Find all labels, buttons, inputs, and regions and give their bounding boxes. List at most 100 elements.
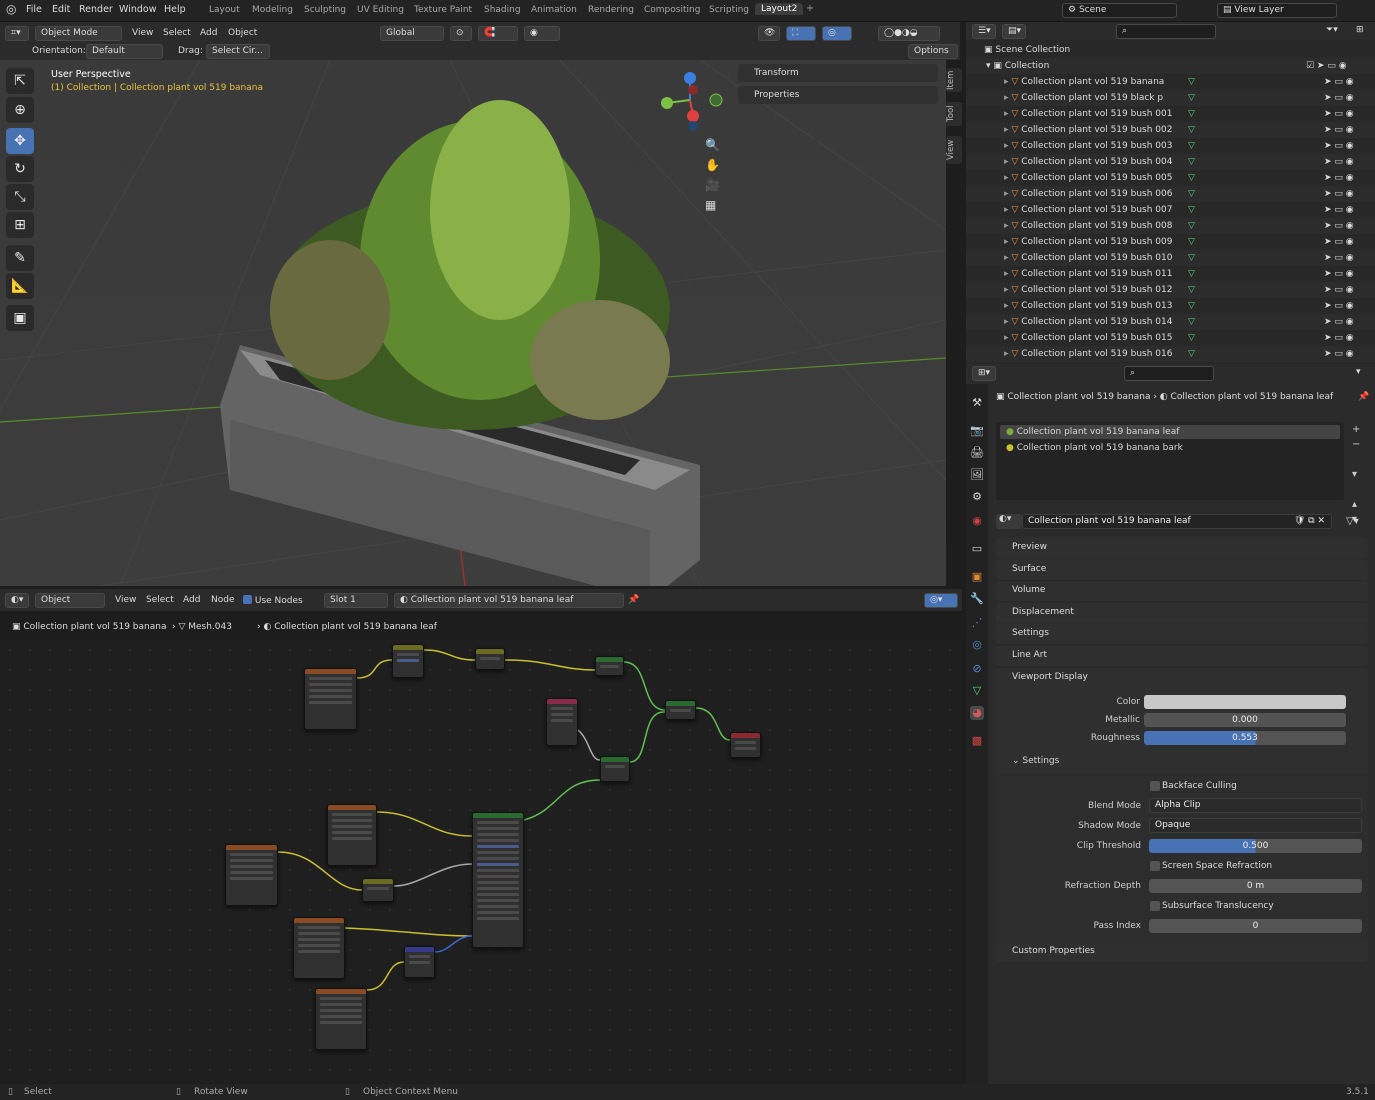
outliner-item[interactable]: ▸ ▽ Collection plant vol 519 bush 001 ▽ ➤ …: [966, 106, 1375, 122]
npanel-properties[interactable]: Properties: [738, 86, 938, 104]
clip-threshold-slider[interactable]: 0.500: [1149, 839, 1362, 853]
material-actions-icons[interactable]: 🛡 ⧉ ✕: [1294, 515, 1325, 528]
row-toggles[interactable]: ➤ ▭ ◉: [1324, 186, 1354, 202]
3d-viewport[interactable]: ⇱ ⊕ ✥ ↻ ⤡ ⊞ ✎ 📐 ▣ User Perspective (1) C…: [0, 60, 946, 586]
menu-object[interactable]: Object: [228, 28, 257, 38]
hue-sat-node[interactable]: [475, 648, 505, 670]
object-tab-icon[interactable]: ▣: [970, 570, 984, 584]
row-toggles[interactable]: ➤ ▭ ◉: [1324, 234, 1354, 250]
menu-window[interactable]: Window: [119, 4, 156, 15]
outliner-item[interactable]: ▸ ▽ Collection plant vol 519 bush 011 ▽ ➤ …: [966, 266, 1375, 282]
material-browse-icon[interactable]: ◐▾: [996, 514, 1022, 529]
tab-texture-paint[interactable]: Texture Paint: [414, 5, 472, 15]
constraints-tab-icon[interactable]: ⊘: [970, 662, 984, 676]
row-toggles[interactable]: ➤ ▭ ◉: [1324, 138, 1354, 154]
outliner-item[interactable]: ▸ ▽ Collection plant vol 519 bush 014 ▽ ➤ …: [966, 314, 1375, 330]
material-name-field[interactable]: Collection plant vol 519 banana leaf 🛡 ⧉ …: [1022, 514, 1332, 529]
mode-dropdown[interactable]: Object Mode: [35, 26, 122, 41]
row-toggles[interactable]: ➤ ▭ ◉: [1324, 122, 1354, 138]
menu-help[interactable]: Help: [164, 4, 186, 15]
orientation-dropdown[interactable]: Default: [86, 44, 163, 59]
outliner-item[interactable]: ▸ ▽ Collection plant vol 519 bush 003 ▽ ➤ …: [966, 138, 1375, 154]
row-toggles[interactable]: ➤ ▭ ◉: [1324, 154, 1354, 170]
node-canvas[interactable]: [0, 640, 962, 1084]
options-button[interactable]: Options: [908, 44, 958, 59]
filter-icon[interactable]: ⏷▾: [1326, 25, 1338, 35]
panel-surface[interactable]: Surface: [996, 560, 1368, 580]
scene-selector[interactable]: ⚙ Scene: [1062, 3, 1177, 18]
particles-tab-icon[interactable]: ⋰: [970, 616, 984, 630]
outliner-item[interactable]: ▸ ▽ Collection plant vol 519 bush 006 ▽ ➤ …: [966, 186, 1375, 202]
image-texture-node-2[interactable]: [327, 804, 377, 866]
rotate-tool-icon[interactable]: ↻: [6, 156, 34, 182]
navigation-gizmo[interactable]: [655, 68, 735, 133]
add-cube-tool-icon[interactable]: ▣: [6, 305, 34, 331]
scene-collection-row[interactable]: ▣ Scene Collection: [966, 42, 1375, 58]
row-toggles[interactable]: ➤ ▭ ◉: [1324, 218, 1354, 234]
panel-settings[interactable]: Settings: [996, 624, 1368, 644]
world-tab-icon[interactable]: ◉: [970, 514, 984, 528]
gizmo-toggle-icon[interactable]: ⛶: [786, 26, 816, 41]
proportional-edit-icon[interactable]: ◉: [524, 26, 560, 41]
zoom-icon[interactable]: 🔍: [705, 138, 723, 152]
output-tab-icon[interactable]: 🖨: [970, 446, 984, 460]
blend-mode-dropdown[interactable]: Alpha Clip: [1149, 798, 1362, 813]
row-toggles[interactable]: ➤ ▭ ◉: [1324, 346, 1354, 362]
outliner-item[interactable]: ▸ ▽ Collection plant vol 519 bush 007 ▽ ➤ …: [966, 202, 1375, 218]
camera-icon[interactable]: 🎥: [705, 178, 723, 192]
node-menu-add[interactable]: Add: [183, 595, 200, 605]
panel-volume[interactable]: Volume: [996, 581, 1368, 601]
pass-index-field[interactable]: 0: [1149, 919, 1362, 933]
outliner-editor-icon[interactable]: ☰▾: [972, 24, 996, 39]
row-toggles[interactable]: ➤ ▭ ◉: [1324, 90, 1354, 106]
material-slot-bark[interactable]: ● Collection plant vol 519 banana bark: [1000, 441, 1340, 455]
tab-item[interactable]: Item: [946, 68, 962, 92]
add-workspace-icon[interactable]: +: [806, 3, 814, 14]
row-toggles[interactable]: ➤ ▭ ◉: [1324, 298, 1354, 314]
scale-tool-icon[interactable]: ⤡: [6, 184, 34, 210]
transform-orientation-dropdown[interactable]: Global: [380, 26, 444, 41]
roughness-slider[interactable]: 0.553: [1144, 731, 1346, 745]
ssr-checkbox[interactable]: [1150, 861, 1160, 871]
pivot-icon[interactable]: ⊙: [450, 26, 472, 41]
tab-uv-editing[interactable]: UV Editing: [357, 5, 404, 15]
measure-tool-icon[interactable]: 📐: [6, 273, 34, 299]
row-toggles[interactable]: ➤ ▭ ◉: [1324, 314, 1354, 330]
node-overlay-icon[interactable]: ◎▾: [924, 593, 958, 608]
outliner-item[interactable]: ▸ ▽ Collection plant vol 519 bush 009 ▽ ➤ …: [966, 234, 1375, 250]
tab-view[interactable]: View: [946, 136, 962, 164]
slot-dropdown[interactable]: Slot 1: [324, 593, 388, 608]
backface-checkbox[interactable]: [1150, 781, 1160, 791]
sss-checkbox[interactable]: [1150, 901, 1160, 911]
mix-shader-node[interactable]: [665, 700, 696, 720]
node-menu-node[interactable]: Node: [211, 595, 235, 605]
image-texture-node-5[interactable]: [315, 988, 367, 1050]
tab-animation[interactable]: Animation: [531, 5, 577, 15]
collection-toggles[interactable]: ☑ ➤ ▭ ◉: [1306, 58, 1347, 74]
blender-logo-icon[interactable]: ◎: [6, 2, 16, 16]
shader-node[interactable]: [595, 656, 624, 676]
render-tab-icon[interactable]: 📷: [970, 424, 984, 438]
outliner-item[interactable]: ▸ ▽ Collection plant vol 519 banana ▽ ➤ ▭ …: [966, 74, 1375, 90]
shadow-mode-dropdown[interactable]: Opaque: [1149, 818, 1362, 833]
slot-buttons[interactable]: + − ▾ ▴ ▾: [1352, 422, 1360, 527]
modifier-tab-icon[interactable]: 🔧: [970, 592, 984, 606]
panel-preview[interactable]: Preview: [996, 538, 1368, 558]
outliner-item[interactable]: ▸ ▽ Collection plant vol 519 bush 005 ▽ ➤ …: [966, 170, 1375, 186]
panel-custom-properties[interactable]: Custom Properties: [996, 942, 1368, 962]
tab-tool[interactable]: Tool: [946, 102, 962, 126]
editor-type-icon[interactable]: ⌗▾: [5, 26, 29, 41]
settings-subpanel[interactable]: ⌄ Settings: [1012, 756, 1059, 766]
material-slot-leaf[interactable]: ● Collection plant vol 519 banana leaf: [1000, 425, 1340, 439]
node-menu-select[interactable]: Select: [146, 595, 174, 605]
mix-node[interactable]: [392, 644, 424, 678]
transform-tool-icon[interactable]: ⊞: [6, 212, 34, 238]
menu-edit[interactable]: Edit: [52, 4, 70, 15]
tab-sculpting[interactable]: Sculpting: [304, 5, 346, 15]
view-layer-selector[interactable]: ▤ View Layer: [1217, 3, 1337, 18]
menu-select[interactable]: Select: [163, 28, 191, 38]
node-editor-type-icon[interactable]: ◐▾: [5, 593, 29, 608]
physics-tab-icon[interactable]: ◎: [970, 638, 984, 652]
image-texture-node[interactable]: [304, 668, 357, 730]
shader-type-dropdown[interactable]: Object: [35, 593, 105, 608]
